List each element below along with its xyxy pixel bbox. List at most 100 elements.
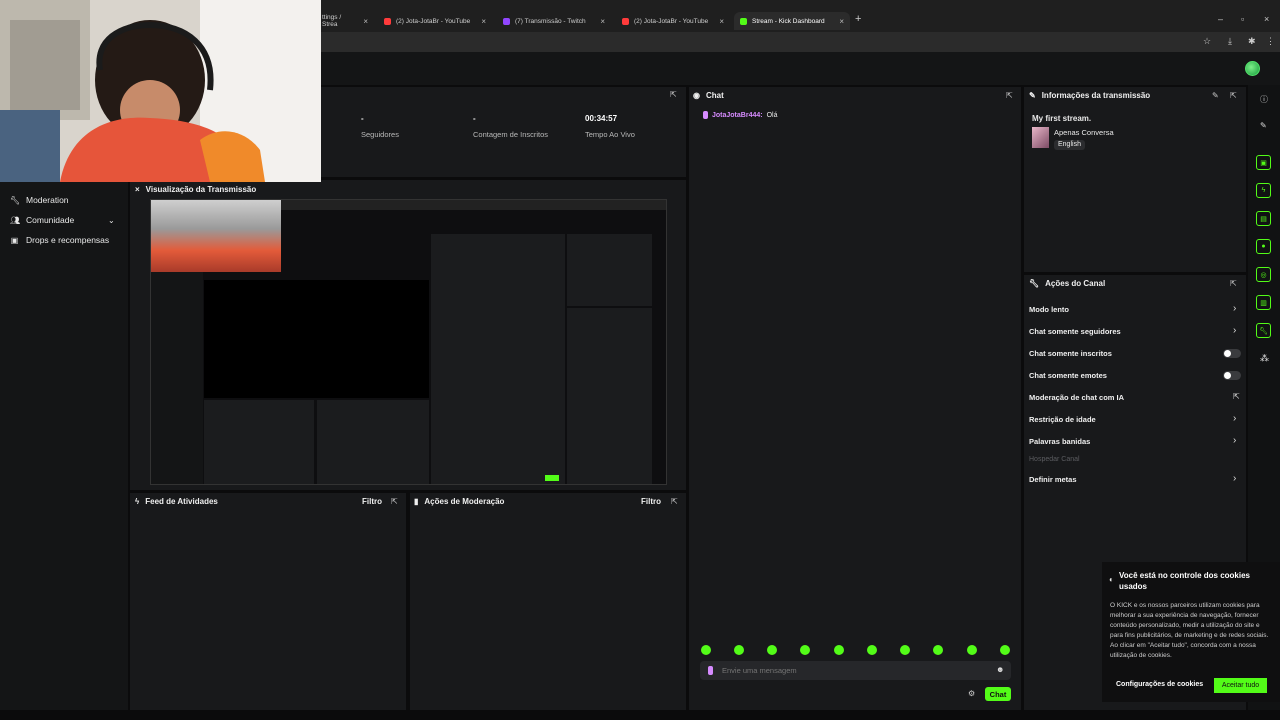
chevron-down-icon: ⌄ bbox=[108, 215, 115, 225]
wrench-icon: 🔧︎ bbox=[1029, 279, 1040, 288]
action-set-goals[interactable]: Definir metas bbox=[1029, 475, 1077, 484]
rail-button-video[interactable]: ▣ bbox=[1256, 155, 1271, 170]
users-icon: 👥︎ bbox=[10, 215, 21, 225]
send-chat-button[interactable]: Chat bbox=[985, 687, 1011, 701]
emote-icon[interactable] bbox=[967, 645, 977, 655]
browser-tab-active[interactable]: Stream - Kick Dashboard × bbox=[734, 12, 850, 30]
popout-icon[interactable]: ⇱ bbox=[670, 90, 677, 99]
rail-button-wrench[interactable]: 🔧︎ bbox=[1256, 323, 1271, 338]
edit-icon[interactable]: ✎ bbox=[1212, 91, 1219, 100]
bookmark-star-icon[interactable]: ☆ bbox=[1203, 36, 1211, 47]
add-widget-icon[interactable]: ⁂ bbox=[1260, 353, 1269, 364]
close-icon[interactable]: × bbox=[481, 17, 486, 26]
emoji-icon[interactable]: ☻ bbox=[996, 665, 1004, 674]
chevron-right-icon[interactable]: › bbox=[1233, 303, 1236, 314]
preview-mini-chat-button bbox=[545, 475, 559, 481]
close-icon[interactable]: × bbox=[839, 17, 844, 26]
feed-title-text: Feed de Atividades bbox=[145, 497, 218, 506]
action-slow-mode[interactable]: Modo lento bbox=[1029, 305, 1069, 314]
feed-panel-title: ϟ Feed de Atividades bbox=[135, 497, 218, 506]
action-banned-words[interactable]: Palavras banidas bbox=[1029, 437, 1090, 446]
subscribers-only-toggle[interactable] bbox=[1223, 349, 1241, 358]
chat-username[interactable]: JotaJotaBr444: bbox=[712, 112, 763, 119]
window-close-icon[interactable]: × bbox=[1264, 14, 1269, 24]
stream-preview-video[interactable] bbox=[150, 199, 667, 485]
emote-icon[interactable] bbox=[834, 645, 844, 655]
preview-mini-webcam bbox=[151, 200, 281, 272]
extension-icon[interactable]: ✱ bbox=[1248, 36, 1256, 47]
preview-mini-info bbox=[567, 234, 652, 306]
browser-tab[interactable]: ttings / Strea × bbox=[316, 12, 374, 30]
avatar[interactable] bbox=[1245, 61, 1260, 76]
modactions-filter-button[interactable]: Filtro bbox=[641, 497, 661, 506]
live-time-value: 00:34:57 bbox=[585, 114, 618, 123]
maximize-icon[interactable]: ▫ bbox=[1241, 14, 1244, 24]
gear-icon[interactable]: ⚙ bbox=[968, 689, 975, 698]
sidebar-item-community[interactable]: 👥︎ Comunidade ⌄ bbox=[10, 215, 115, 225]
rail-button-chat[interactable]: ● bbox=[1256, 239, 1271, 254]
pencil-icon[interactable]: ✎ bbox=[1260, 121, 1267, 130]
close-icon[interactable]: × bbox=[719, 17, 724, 26]
sidebar-item-label: Moderation bbox=[26, 195, 69, 205]
shield-icon: ▮ bbox=[414, 497, 419, 506]
new-tab-icon[interactable]: + bbox=[855, 13, 861, 25]
rail-button-broadcast[interactable]: ◎ bbox=[1256, 267, 1271, 282]
browser-tab[interactable]: (2) Jota-JotaBr - YouTube × bbox=[616, 12, 730, 30]
chat-input-box: ☻ bbox=[700, 661, 1011, 680]
minimize-icon[interactable]: – bbox=[1218, 14, 1223, 24]
emote-icon[interactable] bbox=[1000, 645, 1010, 655]
popout-icon[interactable]: ⇱ bbox=[1006, 91, 1013, 100]
feed-filter-button[interactable]: Filtro bbox=[362, 497, 382, 506]
chevron-right-icon[interactable]: › bbox=[1233, 435, 1236, 446]
close-icon[interactable]: × bbox=[135, 185, 140, 194]
rail-button-document[interactable]: ▤ bbox=[1256, 211, 1271, 226]
action-ai-moderation[interactable]: Moderação de chat com IA bbox=[1029, 393, 1124, 402]
cookie-settings-button[interactable]: Configurações de cookies bbox=[1116, 681, 1203, 688]
chevron-right-icon[interactable]: › bbox=[1233, 473, 1236, 484]
chat-message-input[interactable] bbox=[722, 664, 982, 677]
preview-mini-chat bbox=[431, 234, 565, 484]
emote-icon[interactable] bbox=[900, 645, 910, 655]
popout-icon[interactable]: ⇱ bbox=[1230, 279, 1237, 288]
youtube-icon bbox=[622, 17, 629, 25]
chevron-right-icon[interactable]: › bbox=[1233, 325, 1236, 336]
rail-button-lightning[interactable]: ϟ bbox=[1256, 183, 1271, 198]
emote-icon[interactable] bbox=[800, 645, 810, 655]
lightning-icon: ϟ bbox=[135, 497, 140, 506]
sidebar-item-moderation[interactable]: 🔧︎ Moderation bbox=[10, 195, 69, 205]
action-emotes-only: Chat somente emotes bbox=[1029, 371, 1107, 380]
browser-tab[interactable]: (2) Jota-JotaBr - YouTube × bbox=[378, 12, 492, 30]
popout-icon[interactable]: ⇱ bbox=[1230, 91, 1237, 100]
external-link-icon[interactable]: ⇱ bbox=[1233, 392, 1240, 401]
preview-panel-title: × Visualização da Transmissão bbox=[135, 185, 256, 194]
emote-icon[interactable] bbox=[933, 645, 943, 655]
close-icon[interactable]: × bbox=[600, 17, 605, 26]
chat-title-text: Chat bbox=[705, 91, 724, 100]
chat-message-text: Olá bbox=[766, 111, 778, 119]
wrench-icon: 🔧︎ bbox=[10, 195, 21, 205]
browser-tab[interactable]: (7) Transmissão - Twitch × bbox=[497, 12, 611, 30]
tab-label: (2) Jota-JotaBr - YouTube bbox=[396, 17, 471, 25]
sidebar-item-label: Drops e recompensas bbox=[26, 235, 110, 245]
emote-icon[interactable] bbox=[701, 645, 711, 655]
category-name[interactable]: Apenas Conversa bbox=[1054, 128, 1114, 137]
kick-icon bbox=[740, 17, 747, 25]
sidebar-item-label: Comunidade bbox=[26, 215, 75, 225]
emotes-only-toggle[interactable] bbox=[1223, 371, 1241, 380]
menu-dots-icon[interactable]: ⋮ bbox=[1266, 36, 1275, 47]
emote-icon[interactable] bbox=[867, 645, 877, 655]
action-age-restriction[interactable]: Restrição de idade bbox=[1029, 415, 1096, 424]
info-icon[interactable]: ⓘ bbox=[1260, 94, 1268, 105]
popout-icon[interactable]: ⇱ bbox=[391, 497, 398, 506]
action-followers-only[interactable]: Chat somente seguidores bbox=[1029, 327, 1121, 336]
sidebar-item-drops[interactable]: ▣ Drops e recompensas bbox=[10, 235, 109, 245]
rail-button-info[interactable]: ▥ bbox=[1256, 295, 1271, 310]
close-icon[interactable]: × bbox=[363, 17, 368, 26]
chevron-right-icon[interactable]: › bbox=[1233, 413, 1236, 424]
emote-icon[interactable] bbox=[734, 645, 744, 655]
emote-icon[interactable] bbox=[767, 645, 777, 655]
accept-all-button[interactable]: Aceitar tudo bbox=[1214, 678, 1267, 693]
download-icon[interactable]: ⤓ bbox=[1228, 36, 1232, 47]
youtube-icon bbox=[384, 17, 391, 25]
popout-icon[interactable]: ⇱ bbox=[671, 497, 678, 506]
